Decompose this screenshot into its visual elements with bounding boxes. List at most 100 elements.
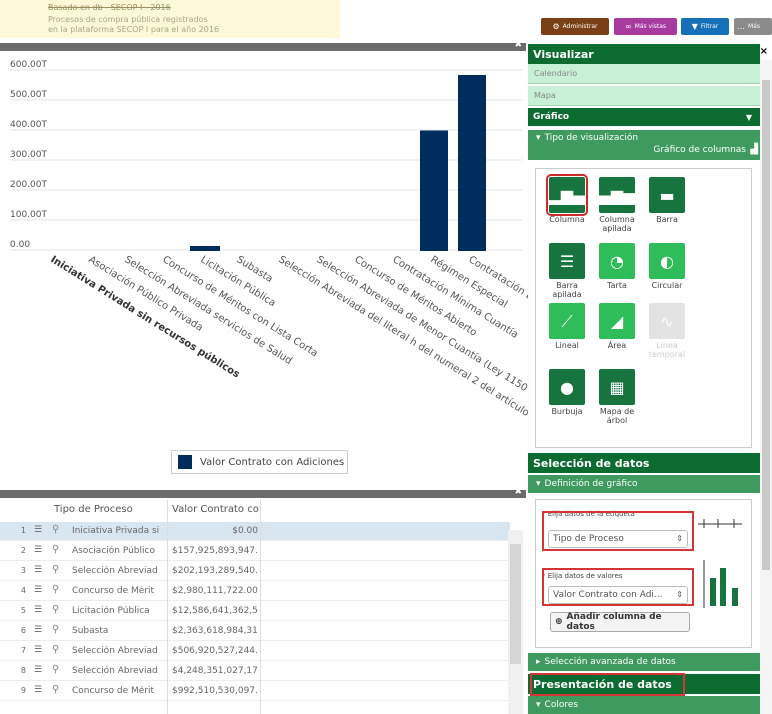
- sidebar-scroll-thumb[interactable]: [762, 80, 770, 570]
- table-row[interactable]: 1 ☰ ⚲ Iniciativa Privada si $0.00: [0, 522, 510, 541]
- chart-definition-section[interactable]: ▾ Definición de gráfico: [528, 475, 760, 493]
- chart-svg: 600.00T 500.00T 400.00T 300.00T 200.00T 100.0…: [10, 60, 528, 432]
- more-views-button[interactable]: ∞ Más vistas: [614, 18, 677, 35]
- cell-valor: $157,925,893,947.: [172, 546, 258, 556]
- cell-tipo: Iniciativa Privada si: [72, 526, 160, 536]
- view-row-icon[interactable]: ⚲: [52, 684, 59, 695]
- advanced-selection-section[interactable]: ▸ Selección avanzada de datos: [528, 653, 760, 671]
- viz-option-10[interactable]: ● Burbuja: [544, 369, 590, 416]
- colors-section[interactable]: ▾ Colores: [528, 696, 760, 714]
- row-number: 9: [20, 686, 26, 695]
- close-icon[interactable]: ✖: [514, 40, 522, 50]
- viz-option-label: Línea temporal: [648, 341, 686, 359]
- table-row[interactable]: 2 ☰ ⚲ Asociación Público $157,925,893,947.: [0, 542, 510, 561]
- sidebar-item-calendar[interactable]: Calendario: [528, 64, 760, 84]
- legend-swatch: [178, 455, 192, 469]
- add-column-button[interactable]: ⊕ Añadir columna de datos: [550, 612, 690, 632]
- viz-option-2[interactable]: ▄▆▅ Columna apilada: [594, 177, 640, 233]
- cell-valor: $0.00: [232, 526, 258, 536]
- viz-type-section[interactable]: ▾ Tipo de visualización Gráfico de column…: [528, 130, 760, 160]
- row-number: 6: [20, 626, 26, 635]
- viz-option-8[interactable]: ◢ Área: [594, 303, 640, 350]
- row-number: 2: [20, 546, 26, 555]
- row-number: 8: [20, 666, 26, 675]
- viz-option-label: Circular: [651, 281, 683, 290]
- chart-bar[interactable]: [420, 130, 448, 252]
- viz-option-6[interactable]: ◐ Circular: [644, 243, 690, 290]
- viz-option-9[interactable]: ∿ Línea temporal: [644, 303, 690, 359]
- viz-option-4[interactable]: ☰ Barra apilada: [544, 243, 590, 299]
- table-row[interactable]: 8 ☰ ⚲ Selección Abreviad $4,248,351,027,17: [0, 662, 510, 681]
- table-row[interactable]: 7 ☰ ⚲ Selección Abreviad $506,920,527,244.: [0, 642, 510, 661]
- row-menu-icon[interactable]: ☰: [34, 525, 42, 535]
- row-menu-icon[interactable]: ☰: [34, 565, 42, 575]
- row-menu-icon[interactable]: ☰: [34, 645, 42, 655]
- value-diagram-icon: [703, 560, 738, 608]
- row-menu-icon[interactable]: ☰: [34, 605, 42, 615]
- admin-button[interactable]: ⚙ Administrar: [541, 18, 609, 35]
- filter-button[interactable]: ▼ Filtrar: [681, 18, 729, 35]
- close-icon[interactable]: ✖: [514, 487, 522, 497]
- y-tick-label: 400.00T: [10, 120, 47, 130]
- view-row-icon[interactable]: ⚲: [52, 524, 59, 535]
- cell-valor: $2,980,111,722.00: [172, 586, 258, 596]
- glasses-icon: ∞: [624, 22, 632, 31]
- viz-option-label: Área: [607, 341, 627, 350]
- viz-option-label: Columna: [549, 215, 585, 224]
- table-row[interactable]: 6 ☰ ⚲ Subasta $2,363,618,984,31: [0, 622, 510, 641]
- viz-option-5[interactable]: ◔ Tarta: [594, 243, 640, 290]
- viz-option-11[interactable]: ▦ Mapa de árbol: [594, 369, 640, 425]
- dataset-header: Basado en db - SECOP I - 2016 Procesos d…: [0, 0, 340, 38]
- view-row-icon[interactable]: ⚲: [52, 584, 59, 595]
- chart-bar[interactable]: [190, 246, 220, 251]
- chart-pane-bar: ✖: [0, 40, 526, 51]
- row-menu-icon[interactable]: ☰: [34, 665, 42, 675]
- column-chart: 600.00T 500.00T 400.00T 300.00T 200.00T 100.0…: [0, 51, 528, 488]
- chart-bar[interactable]: [458, 75, 486, 251]
- view-row-icon[interactable]: ⚲: [52, 664, 59, 675]
- caret-down-icon: ▾: [536, 133, 541, 143]
- row-menu-icon[interactable]: ☰: [34, 545, 42, 555]
- table-row[interactable]: 3 ☰ ⚲ Selección Abreviad $202,193,289,540.: [0, 562, 510, 581]
- more-button[interactable]: … Más: [734, 18, 772, 35]
- row-menu-icon[interactable]: ☰: [34, 625, 42, 635]
- pie-chart-icon: ◔: [599, 243, 635, 279]
- col-divider: [260, 522, 261, 714]
- col-divider: [260, 500, 261, 522]
- dataset-source: Basado en db - SECOP I - 2016: [48, 3, 171, 12]
- cell-tipo: Selección Abreviad: [72, 566, 158, 576]
- view-row-icon[interactable]: ⚲: [52, 544, 59, 555]
- view-row-icon[interactable]: ⚲: [52, 624, 59, 635]
- table-scroll-thumb[interactable]: [510, 544, 521, 664]
- view-row-icon[interactable]: ⚲: [52, 604, 59, 615]
- sidebar-scrollbar[interactable]: [760, 60, 772, 714]
- table-row[interactable]: 5 ☰ ⚲ Licitación Pública $12,586,641,362,54: [0, 602, 510, 621]
- close-icon[interactable]: ×: [760, 46, 768, 57]
- axis-diagram-icon: [698, 519, 742, 528]
- y-tick-label: 0.00: [10, 240, 30, 250]
- caret-down-icon: ▾: [536, 479, 541, 489]
- viz-option-3[interactable]: ▬ Barra: [644, 177, 690, 224]
- chevron-down-icon: ▼: [745, 112, 752, 122]
- viz-option-1[interactable]: ▂▆▄ Columna: [544, 174, 590, 224]
- sidebar-item-map[interactable]: Mapa: [528, 86, 760, 106]
- filter-icon: ▼: [691, 22, 698, 31]
- table-header-tipo[interactable]: Tipo de Proceso: [54, 504, 133, 522]
- viz-option-7[interactable]: ⟋ Lineal: [544, 303, 590, 350]
- view-row-icon[interactable]: ⚲: [52, 644, 59, 655]
- column-chart-icon: ▂▆▄: [546, 174, 588, 216]
- viz-option-label: Lineal: [555, 341, 579, 350]
- viz-option-label: Mapa de árbol: [599, 407, 635, 425]
- table-row[interactable]: 4 ☰ ⚲ Concurso de Mérit $2,980,111,722.00: [0, 582, 510, 601]
- column-chart-icon: ▟: [750, 144, 758, 155]
- y-tick-label: 500.00T: [10, 90, 47, 100]
- table-scrollbar[interactable]: [508, 530, 523, 714]
- view-row-icon[interactable]: ⚲: [52, 564, 59, 575]
- label-field-highlight: [542, 511, 694, 551]
- table-header-valor[interactable]: Valor Contrato co: [172, 504, 259, 522]
- row-menu-icon[interactable]: ☰: [34, 685, 42, 695]
- viz-option-label: Burbuja: [551, 407, 583, 416]
- table-row[interactable]: 9 ☰ ⚲ Concurso de Mérit $992,510,530,097.: [0, 682, 510, 701]
- row-menu-icon[interactable]: ☰: [34, 585, 42, 595]
- sidebar-item-graph[interactable]: Gráfico ▼: [528, 108, 760, 126]
